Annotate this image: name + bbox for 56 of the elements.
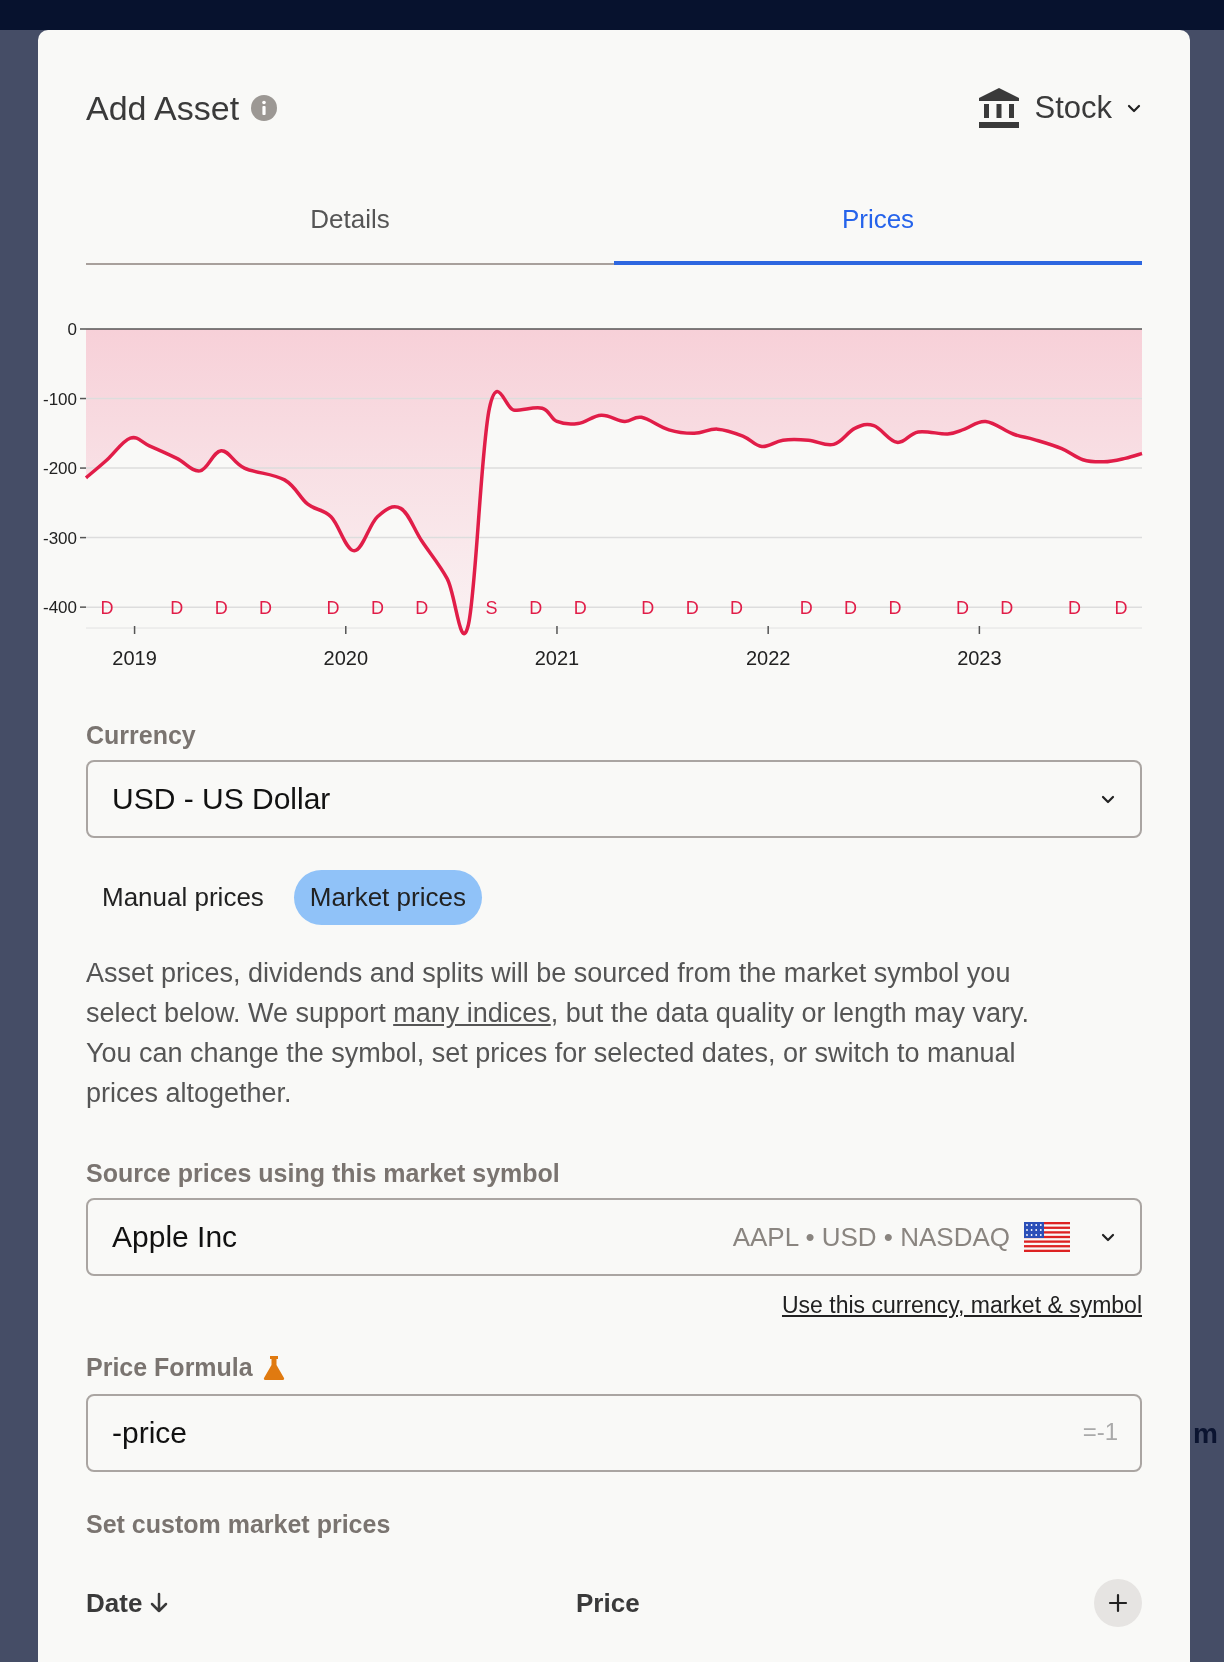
axis-label: 0 <box>67 320 77 339</box>
event-marker: D <box>326 598 340 619</box>
formula-result: =-1 <box>1082 1418 1118 1446</box>
axis-label: 2022 <box>745 647 791 669</box>
column-header[interactable]: Date <box>86 1587 143 1619</box>
event-marker: D <box>170 598 184 619</box>
event-marker: D <box>844 598 858 619</box>
field-label: Currency <box>86 721 197 750</box>
event-marker: D <box>529 598 543 619</box>
dialog-title: Add Asset <box>86 88 240 128</box>
axis-label: -300 <box>42 528 77 548</box>
axis-label: 2020 <box>323 647 369 669</box>
info-icon[interactable] <box>251 95 278 121</box>
currency-select[interactable]: USD - US Dollar <box>86 760 1142 838</box>
column-header: Price <box>576 1587 640 1619</box>
axis-label: -100 <box>42 389 77 409</box>
tab[interactable]: Details <box>86 190 614 265</box>
add-button[interactable] <box>1094 1579 1142 1627</box>
event-marker: D <box>100 598 114 619</box>
event-marker: D <box>956 598 969 619</box>
event-marker: S <box>485 598 498 619</box>
event-marker: D <box>730 598 743 619</box>
mode-toggle[interactable]: Market prices <box>293 870 482 925</box>
event-marker: D <box>1000 598 1014 619</box>
event-marker: D <box>573 598 587 619</box>
event-marker: D <box>214 598 228 619</box>
axis-label: 2023 <box>957 647 1002 669</box>
axis-label: 2021 <box>534 647 580 669</box>
event-marker: D <box>1114 598 1128 619</box>
asset-type-dropdown[interactable]: Stock <box>978 88 1142 128</box>
axis-label: -200 <box>42 459 77 479</box>
mode-toggle[interactable]: Manual prices <box>86 870 280 925</box>
event-marker: D <box>799 598 813 619</box>
field-label: Source prices using this market symbol <box>86 1159 561 1188</box>
flag-icon <box>1024 1222 1070 1252</box>
event-marker: D <box>415 598 429 619</box>
section-title: Set custom market prices <box>86 1510 392 1539</box>
description: Asset prices, dividends and splits will be sourced from the market symbol you select below. We support many indices, but the data quality or length may vary. You can change the symbol, set prices for selected dates, or switch to manual prices altogether. <box>86 957 1030 1110</box>
event-marker: D <box>888 598 902 619</box>
symbol-select[interactable]: Apple Inc AAPL • USD • NASDAQ <box>86 1198 1142 1276</box>
backdrop-text: m <box>1193 1418 1218 1450</box>
field-label: Price Formula <box>86 1353 253 1382</box>
event-marker: D <box>685 598 699 619</box>
event-marker: D <box>370 598 384 619</box>
event-marker: D <box>1067 598 1081 619</box>
event-marker: D <box>259 598 272 619</box>
axis-label: 2019 <box>112 647 157 669</box>
bank-icon <box>978 88 1021 128</box>
event-marker: D <box>641 598 655 619</box>
tab[interactable]: Prices <box>614 190 1142 265</box>
indices-link[interactable]: many indices <box>393 998 551 1028</box>
arrow-down-icon <box>150 1592 169 1614</box>
axis-label: -400 <box>42 598 77 618</box>
flask-icon <box>262 1355 285 1380</box>
use-symbol-link[interactable]: Use this currency, market & symbol <box>782 1292 1142 1319</box>
plus-icon <box>1108 1593 1128 1613</box>
